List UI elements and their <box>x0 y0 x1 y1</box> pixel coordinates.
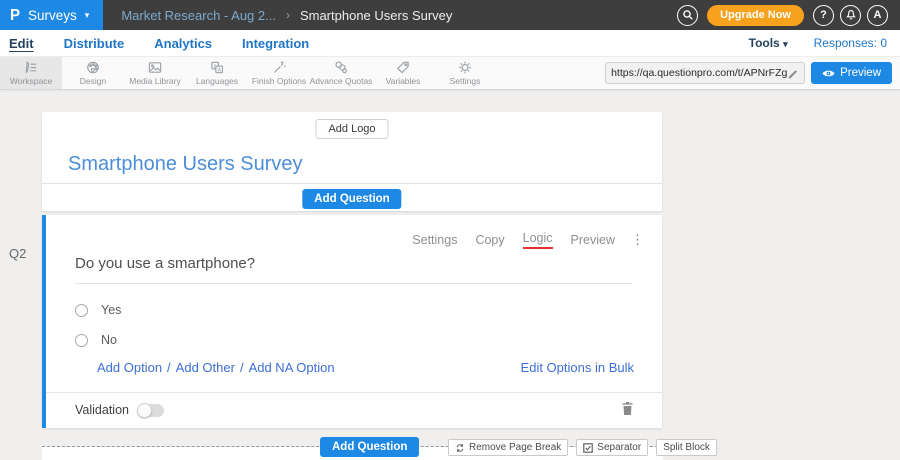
toolbar-settings[interactable]: Settings <box>434 57 496 89</box>
tab-distribute[interactable]: Distribute <box>64 36 125 51</box>
page-break-controls: Remove Page Break Separator Split Block <box>448 439 717 456</box>
toggle-knob <box>137 403 152 418</box>
question-tab-logic[interactable]: Logic <box>523 231 553 249</box>
edit-options-in-bulk-link[interactable]: Edit Options in Bulk <box>521 360 634 375</box>
add-option-link[interactable]: Add Option <box>97 360 162 375</box>
product-name: Surveys <box>28 8 77 23</box>
toolbar-finish-options[interactable]: Finish Options <box>248 57 310 89</box>
tab-integration[interactable]: Integration <box>242 36 309 51</box>
question-tab-preview[interactable]: Preview <box>571 233 615 247</box>
breadcrumb-survey-name: Smartphone Users Survey <box>300 8 452 23</box>
breadcrumb-chevron-icon: › <box>286 8 290 22</box>
add-question-button-top[interactable]: Add Question <box>302 189 401 209</box>
toolbar-variables[interactable]: Variables <box>372 57 434 89</box>
toolbar-media-library[interactable]: Media Library <box>124 57 186 89</box>
edit-url-icon[interactable] <box>787 67 799 79</box>
validation-toggle[interactable] <box>138 404 164 417</box>
toolbar-languages[interactable]: aA Languages <box>186 57 248 89</box>
kebab-menu-icon[interactable]: ⋮ <box>631 232 644 248</box>
validation-label: Validation <box>75 403 129 417</box>
upgrade-now-button[interactable]: Upgrade Now <box>707 5 804 26</box>
question-number: Q2 <box>9 246 26 261</box>
toolbar-design[interactable]: Design <box>62 57 124 89</box>
topbar-actions: Upgrade Now ? A <box>677 5 900 26</box>
bell-icon <box>845 9 857 21</box>
surveys-menu[interactable]: P Surveys ▾ <box>0 0 103 30</box>
question-tab-settings[interactable]: Settings <box>412 233 457 247</box>
survey-url-field[interactable] <box>605 62 805 84</box>
tag-icon <box>395 60 411 75</box>
validation-row: Validation <box>75 403 164 417</box>
delete-question-icon[interactable] <box>621 401 634 416</box>
divider <box>46 392 662 393</box>
option-links: Add Option / Add Other / Add NA Option <box>97 360 335 375</box>
question-tab-copy[interactable]: Copy <box>475 233 504 247</box>
editor-toolbar: Workspace Design Media Library aA Langua… <box>0 57 900 90</box>
toolbar-advance-quotas[interactable]: Advance Quotas <box>310 57 372 89</box>
sync-icon <box>455 443 465 453</box>
tab-edit[interactable]: Edit <box>9 36 34 51</box>
workspace-icon <box>23 60 39 75</box>
notifications-button[interactable] <box>840 5 861 26</box>
questionpro-logo: P <box>10 6 20 24</box>
survey-title[interactable]: Smartphone Users Survey <box>68 153 303 176</box>
add-question-button-bottom[interactable]: Add Question <box>320 437 419 457</box>
breadcrumb-folder[interactable]: Market Research - Aug 2... <box>121 8 276 23</box>
palette-icon <box>85 60 101 75</box>
image-icon <box>147 60 163 75</box>
option-label-yes[interactable]: Yes <box>101 303 121 317</box>
survey-nav-bar: Edit Distribute Analytics Integration To… <box>0 30 900 57</box>
add-other-link[interactable]: Add Other <box>176 360 235 375</box>
nav-right: Tools ▾ Responses: 0 <box>749 36 900 50</box>
radio-button-yes[interactable] <box>75 304 88 317</box>
separator-button[interactable]: Separator <box>576 439 648 456</box>
add-na-option-link[interactable]: Add NA Option <box>249 360 335 375</box>
avatar[interactable]: A <box>867 5 888 26</box>
links-icon <box>333 60 349 75</box>
preview-button[interactable]: Preview <box>811 62 892 84</box>
search-icon <box>682 9 694 21</box>
breadcrumb: Market Research - Aug 2... › Smartphone … <box>121 8 452 23</box>
link-separator: / <box>240 360 244 375</box>
responses-count[interactable]: Responses: 0 <box>814 36 887 50</box>
tools-menu[interactable]: Tools ▾ <box>749 36 788 50</box>
chevron-down-icon: ▾ <box>85 10 90 21</box>
option-row-yes: Yes <box>75 303 121 317</box>
survey-url-input[interactable] <box>611 67 787 79</box>
translate-icon: aA <box>209 60 225 75</box>
chevron-down-icon: ▾ <box>783 39 788 49</box>
divider <box>42 183 662 184</box>
survey-nav-tabs: Edit Distribute Analytics Integration <box>0 36 309 51</box>
question-text-input[interactable]: Do you use a smartphone? <box>75 255 632 284</box>
top-navbar: P Surveys ▾ Market Research - Aug 2... ›… <box>0 0 900 30</box>
checkbox-checked-icon <box>583 443 593 453</box>
toolbar-right: Preview <box>605 57 900 89</box>
split-block-button[interactable]: Split Block <box>656 439 717 456</box>
eye-icon <box>822 69 835 78</box>
add-logo-button[interactable]: Add Logo <box>315 119 388 139</box>
wand-icon <box>271 60 287 75</box>
link-separator: / <box>167 360 171 375</box>
help-button[interactable]: ? <box>813 5 834 26</box>
question-toolbar: Settings Copy Logic Preview ⋮ <box>412 231 644 249</box>
survey-header-card: Add Logo Smartphone Users Survey Add Que… <box>42 112 662 211</box>
gear-icon <box>457 60 473 75</box>
tab-analytics[interactable]: Analytics <box>154 36 212 51</box>
svg-text:A: A <box>218 67 222 73</box>
option-label-no[interactable]: No <box>101 333 117 347</box>
search-button[interactable] <box>677 5 698 26</box>
option-row-no: No <box>75 333 117 347</box>
question-card: Settings Copy Logic Preview ⋮ Do you use… <box>42 215 662 428</box>
remove-page-break-button[interactable]: Remove Page Break <box>448 439 568 456</box>
toolbar-workspace[interactable]: Workspace <box>0 57 62 89</box>
radio-button-no[interactable] <box>75 334 88 347</box>
